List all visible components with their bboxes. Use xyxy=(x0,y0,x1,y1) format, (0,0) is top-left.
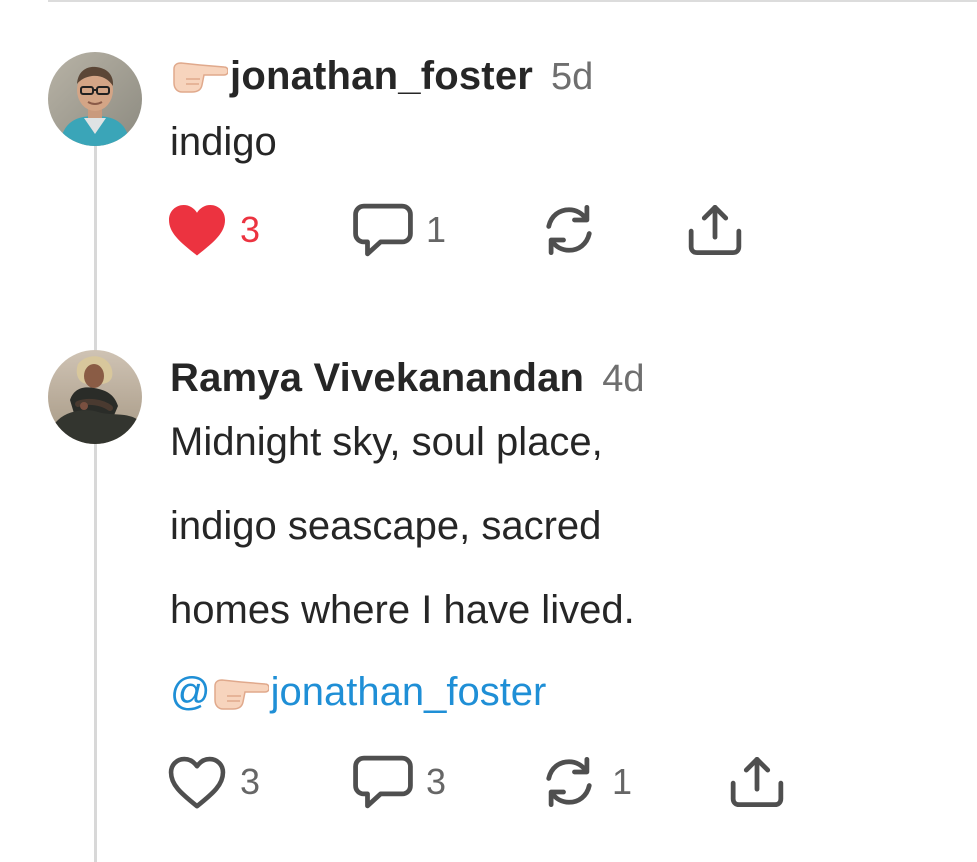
author-username[interactable]: Ramya Vivekanandan xyxy=(170,356,584,401)
repost-button[interactable] xyxy=(538,200,600,260)
share-button[interactable] xyxy=(684,200,746,260)
post-actions: 3 1 xyxy=(166,200,806,260)
mention-at-symbol: @ xyxy=(170,670,211,714)
pointing-hand-emoji-icon xyxy=(173,62,228,93)
top-divider xyxy=(48,0,977,2)
like-button[interactable]: 3 xyxy=(166,752,260,812)
like-button[interactable]: 3 xyxy=(166,200,260,260)
comment-bubble-icon xyxy=(353,203,413,257)
post-header: Ramya Vivekanandan 4d xyxy=(170,356,644,401)
reply-count: 3 xyxy=(426,761,447,802)
heart-outline-icon xyxy=(168,756,226,809)
repost-icon xyxy=(546,204,592,256)
heart-filled-icon xyxy=(169,205,225,256)
like-count: 3 xyxy=(240,209,261,250)
man-with-glasses-avatar-icon xyxy=(48,52,142,146)
pointing-hand-emoji-icon xyxy=(213,678,269,710)
thread-connector-line xyxy=(94,146,97,862)
reply-count: 1 xyxy=(426,209,447,250)
mention-handle: jonathan_foster xyxy=(270,670,547,714)
post-body-line: Midnight sky, soul place, xyxy=(170,420,603,464)
comment-bubble-icon xyxy=(353,755,413,809)
like-count: 3 xyxy=(240,761,261,802)
woman-seated-avatar-icon xyxy=(48,350,142,444)
repost-button[interactable]: 1 xyxy=(538,752,632,812)
avatar[interactable] xyxy=(48,52,142,146)
user-mention-link[interactable]: @ jonathan_foster xyxy=(170,670,546,715)
repost-count: 1 xyxy=(612,761,633,802)
post-body-text: indigo xyxy=(170,120,277,164)
reply-button[interactable]: 3 xyxy=(352,752,446,812)
share-icon xyxy=(730,756,784,808)
post-header: jonathan_foster 5d xyxy=(170,54,593,99)
post-timestamp[interactable]: 5d xyxy=(551,56,593,99)
avatar[interactable] xyxy=(48,350,142,444)
author-username[interactable]: jonathan_foster xyxy=(230,54,533,99)
post-timestamp[interactable]: 4d xyxy=(602,358,644,401)
post-body-line: indigo seascape, sacred xyxy=(170,504,602,548)
reply-button[interactable]: 1 xyxy=(352,200,446,260)
repost-icon xyxy=(546,756,592,808)
share-button[interactable] xyxy=(726,752,788,812)
post-actions: 3 3 1 xyxy=(166,752,806,812)
post-body-line: homes where I have lived. xyxy=(170,588,635,632)
share-icon xyxy=(688,204,742,256)
